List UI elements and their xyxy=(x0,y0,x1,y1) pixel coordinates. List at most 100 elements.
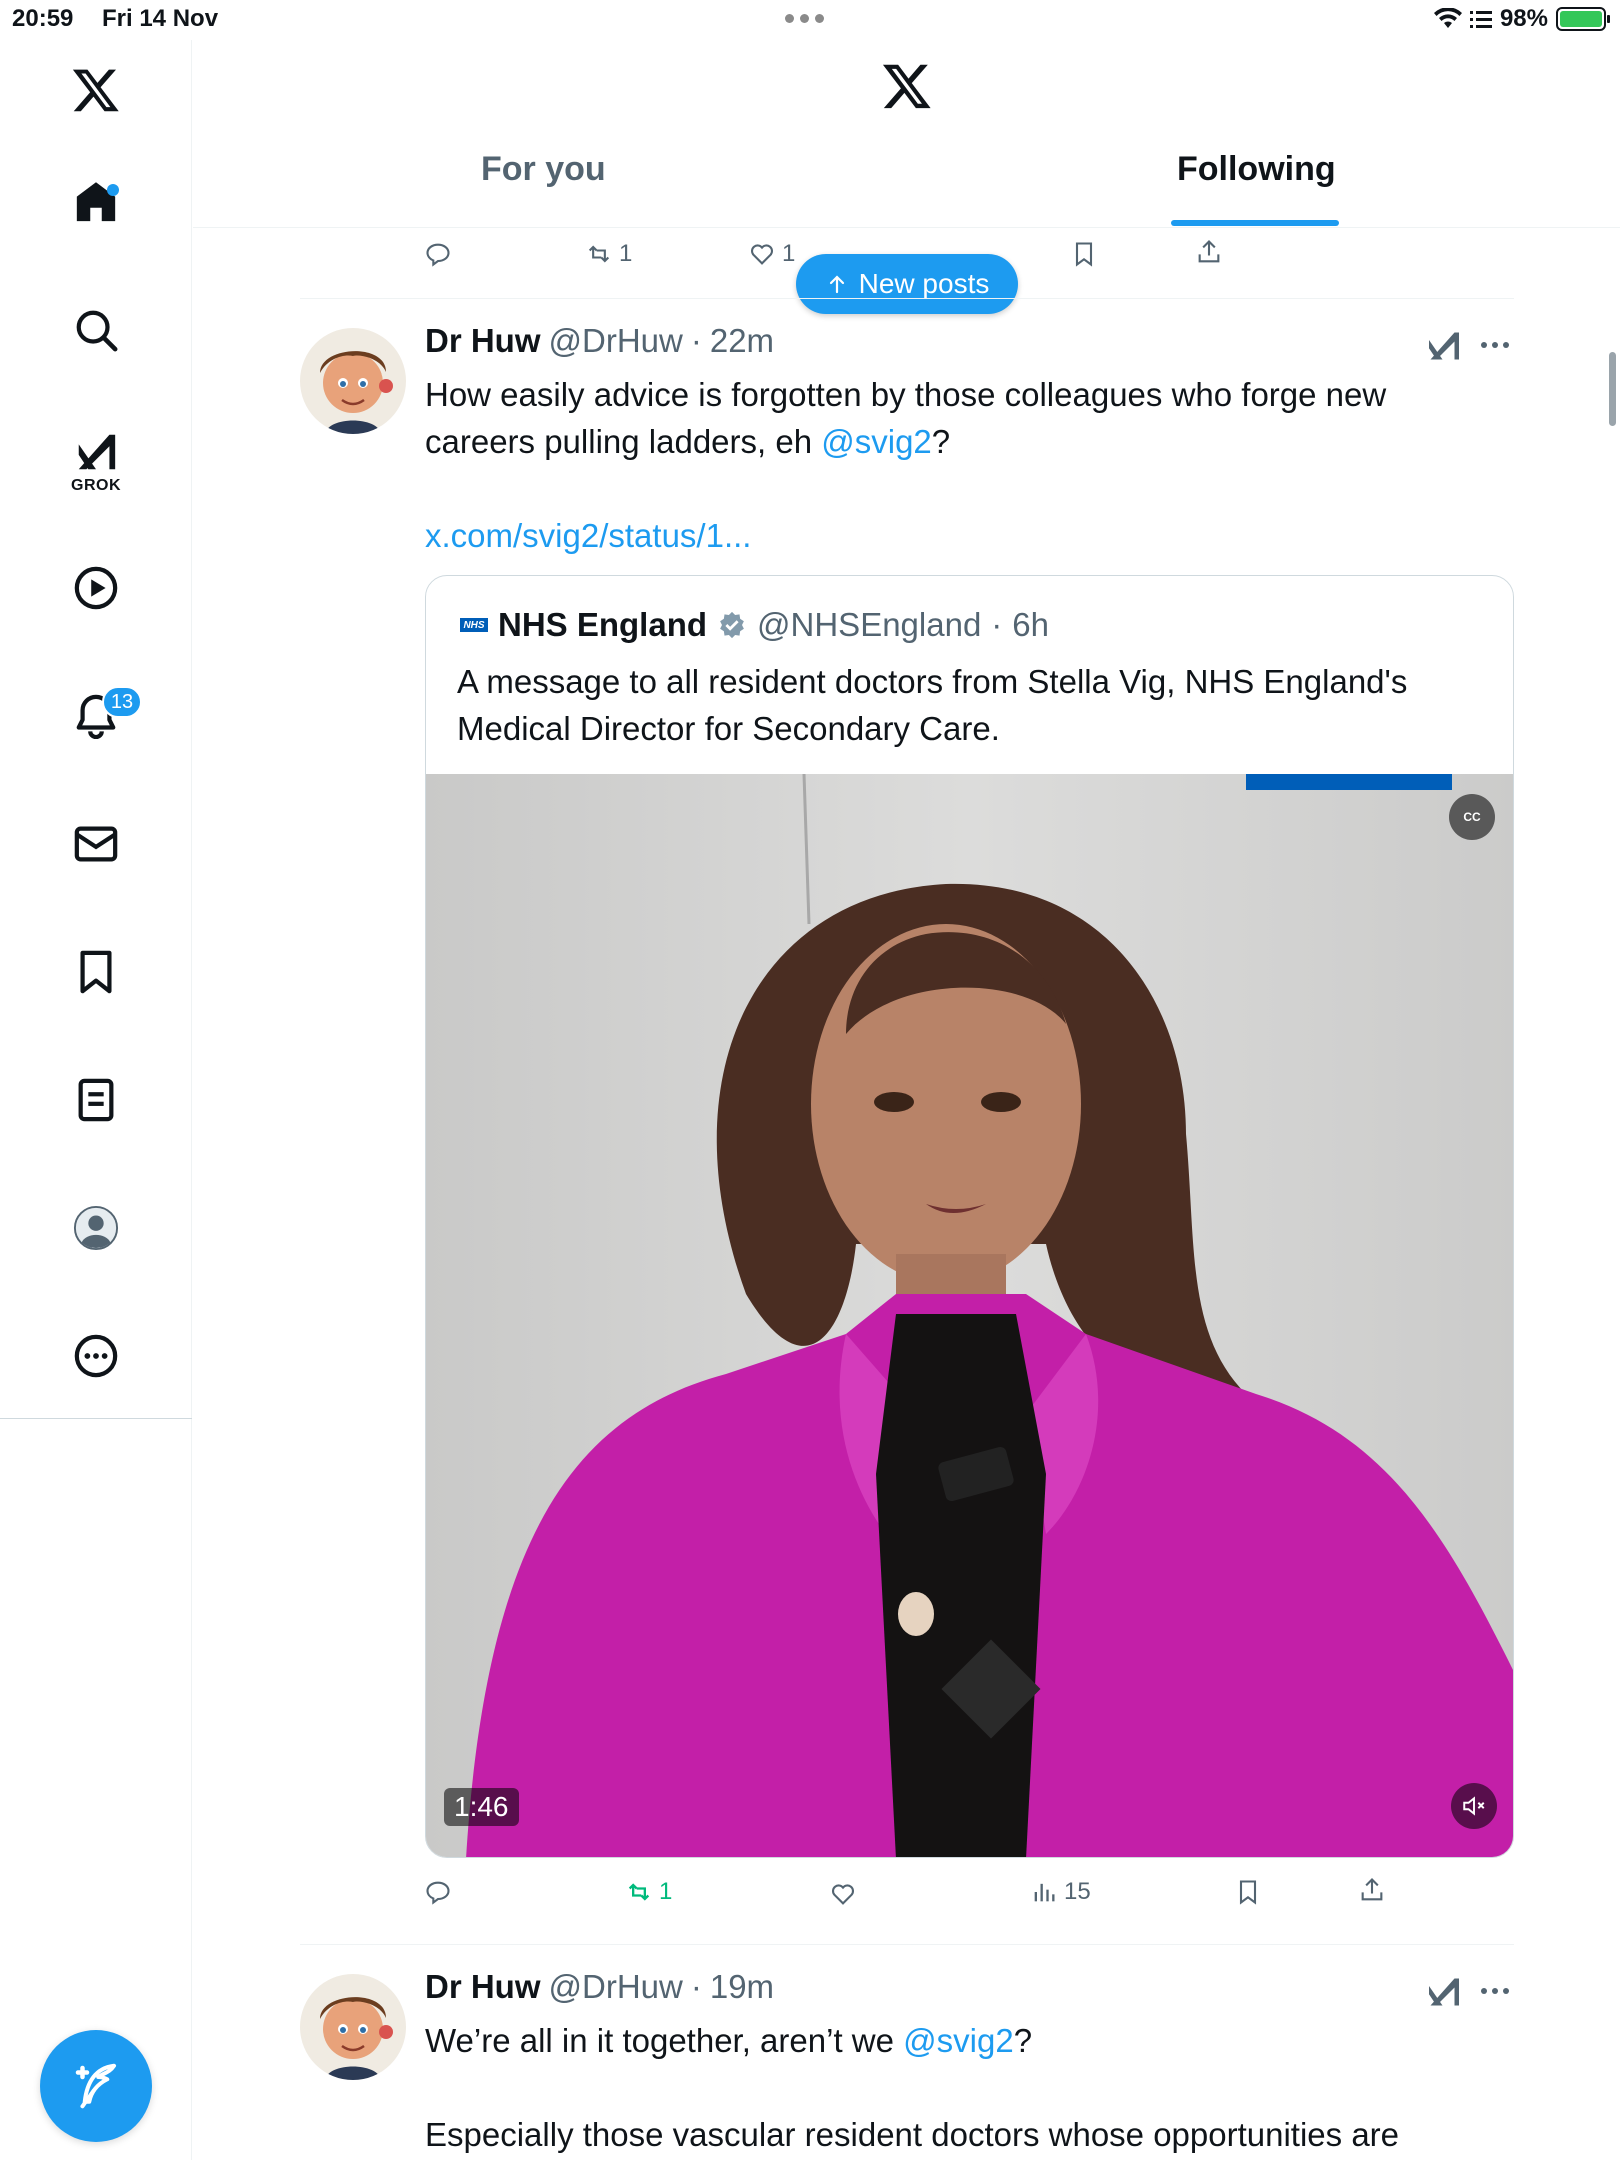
post-text: We’re all in it together, aren’t we @svi… xyxy=(425,2017,1505,2158)
dot-separator: · xyxy=(690,1968,702,2005)
video-player[interactable]: CC 1:46 xyxy=(426,774,1513,1857)
post-text-fragment: We’re all in it together, aren’t we xyxy=(425,2022,904,2059)
x-logo-icon[interactable] xyxy=(881,60,933,112)
arrow-up-icon xyxy=(829,275,844,294)
sidebar-item-home[interactable] xyxy=(0,152,192,252)
prev-reply-button[interactable] xyxy=(424,240,452,268)
author-name[interactable]: Dr Huw xyxy=(425,322,541,360)
multitasking-dots[interactable] xyxy=(785,14,824,23)
heart-icon xyxy=(831,1884,855,1905)
nhs-avatar[interactable]: NHS xyxy=(460,618,488,632)
bookmark-icon xyxy=(80,950,112,994)
search-icon xyxy=(76,310,118,352)
new-posts-pill[interactable]: New posts xyxy=(796,254,1018,314)
repost-button[interactable]: 1 xyxy=(625,1878,672,1906)
quote-author-handle[interactable]: @NHSEngland xyxy=(757,606,981,644)
post-header: Dr Huw @DrHuw · 19m xyxy=(425,1968,774,2006)
repost-icon xyxy=(588,245,610,263)
prev-repost-button[interactable]: 1 xyxy=(585,240,632,268)
avatar[interactable] xyxy=(300,328,406,434)
post-time[interactable]: 22m xyxy=(710,322,774,360)
tab-following[interactable]: Following xyxy=(1177,150,1336,189)
post-text-line: Especially those vascular resident docto… xyxy=(425,2116,1400,2153)
wifi-icon xyxy=(1433,8,1462,28)
scrollbar[interactable] xyxy=(1609,352,1616,426)
sidebar-item-grok[interactable]: GROK xyxy=(0,412,192,512)
list-icon xyxy=(78,1078,114,1122)
grok-explain-icon[interactable] xyxy=(1426,1974,1462,2010)
status-link[interactable]: x.com/svig2/status/1... xyxy=(425,512,1505,559)
verified-badge-icon xyxy=(720,611,744,639)
sidebar-item-explore[interactable] xyxy=(0,280,192,380)
sidebar-item-bookmarks[interactable] xyxy=(0,922,192,1022)
reply-icon xyxy=(426,243,450,267)
prev-share-button[interactable] xyxy=(1195,238,1223,266)
status-date: Fri 14 Nov xyxy=(102,5,219,32)
grok-explain-icon[interactable] xyxy=(1426,328,1462,364)
post-text-line: How easily advice is forgotten by those … xyxy=(425,376,1387,413)
status-right: 98% xyxy=(1433,5,1610,33)
tab-for-you[interactable]: For you xyxy=(481,150,606,189)
prev-bookmark-button[interactable] xyxy=(1070,240,1098,268)
dot-separator: · xyxy=(991,606,1003,643)
play-icon xyxy=(74,566,118,610)
quote-time[interactable]: 6h xyxy=(1012,606,1049,644)
post-text-line: We’re all in it together, aren’t we @svi… xyxy=(425,2017,1505,2064)
battery-percent: 98% xyxy=(1499,5,1548,32)
post-time[interactable]: 19m xyxy=(710,1968,774,2006)
analytics-icon xyxy=(1034,1883,1055,1902)
sidebar-item-notifications[interactable]: 13 xyxy=(0,666,192,766)
post-more-icon[interactable] xyxy=(1481,342,1509,348)
mute-button[interactable] xyxy=(1451,1783,1497,1829)
feed-header: For you Following xyxy=(193,40,1620,228)
avatar-cartoon-image xyxy=(300,328,406,434)
quote-text: A message to all resident doctors from S… xyxy=(457,663,1408,747)
profile-icon xyxy=(73,1205,119,1251)
focus-list-icon xyxy=(1469,11,1492,28)
grok-label: GROK xyxy=(71,477,121,494)
sidebar-item-lists[interactable] xyxy=(0,1050,192,1150)
prev-like-button[interactable]: 1 xyxy=(748,240,795,268)
author-name[interactable]: Dr Huw xyxy=(425,1968,541,2006)
muted-speaker-icon xyxy=(1463,1796,1485,1816)
post-divider xyxy=(300,1944,1514,1945)
home-unread-dot xyxy=(107,184,119,196)
quote-author-name[interactable]: NHS England xyxy=(498,606,707,644)
mention-link[interactable]: @svig2 xyxy=(821,423,932,460)
post-header: Dr Huw @DrHuw · 22m xyxy=(425,322,774,360)
avatar[interactable] xyxy=(300,1974,406,2080)
sidebar-item-more[interactable] xyxy=(0,1306,192,1406)
post-divider xyxy=(300,298,1514,299)
sidebar-item-messages[interactable] xyxy=(0,794,192,894)
share-icon xyxy=(1198,240,1220,263)
author-handle[interactable]: @DrHuw xyxy=(549,322,683,360)
reply-button[interactable] xyxy=(424,1878,452,1906)
like-button[interactable] xyxy=(829,1880,857,1908)
post-more-icon[interactable] xyxy=(1481,1988,1509,1994)
post-text-fragment: ? xyxy=(1013,2022,1033,2059)
views-button[interactable]: 15 xyxy=(1030,1878,1091,1906)
compose-button[interactable] xyxy=(40,2030,152,2142)
heart-icon xyxy=(750,244,774,265)
video-duration: 1:46 xyxy=(444,1788,519,1826)
bookmark-button[interactable] xyxy=(1234,1878,1262,1906)
post-text-fragment: ? xyxy=(931,423,951,460)
mention-link[interactable]: @svig2 xyxy=(903,2022,1014,2059)
quoted-post[interactable]: NHS NHS England @NHSEngland · 6h A messa… xyxy=(425,575,1514,1858)
reply-icon xyxy=(426,1881,450,1905)
author-handle[interactable]: @DrHuw xyxy=(549,1968,683,2006)
compose-feather-icon xyxy=(75,2063,117,2109)
avatar-cartoon-image xyxy=(300,1974,406,2080)
sidebar: GROK 13 xyxy=(0,40,192,2160)
sidebar-item-video[interactable] xyxy=(0,538,192,638)
new-posts-label: New posts xyxy=(858,268,990,299)
mail-icon xyxy=(74,826,118,862)
share-button[interactable] xyxy=(1358,1876,1386,1904)
captions-button[interactable]: CC xyxy=(1449,794,1495,840)
sidebar-item-profile[interactable] xyxy=(0,1178,192,1278)
repost-icon xyxy=(628,1883,650,1901)
battery-icon xyxy=(1556,7,1610,31)
sidebar-x-logo[interactable] xyxy=(0,40,192,140)
